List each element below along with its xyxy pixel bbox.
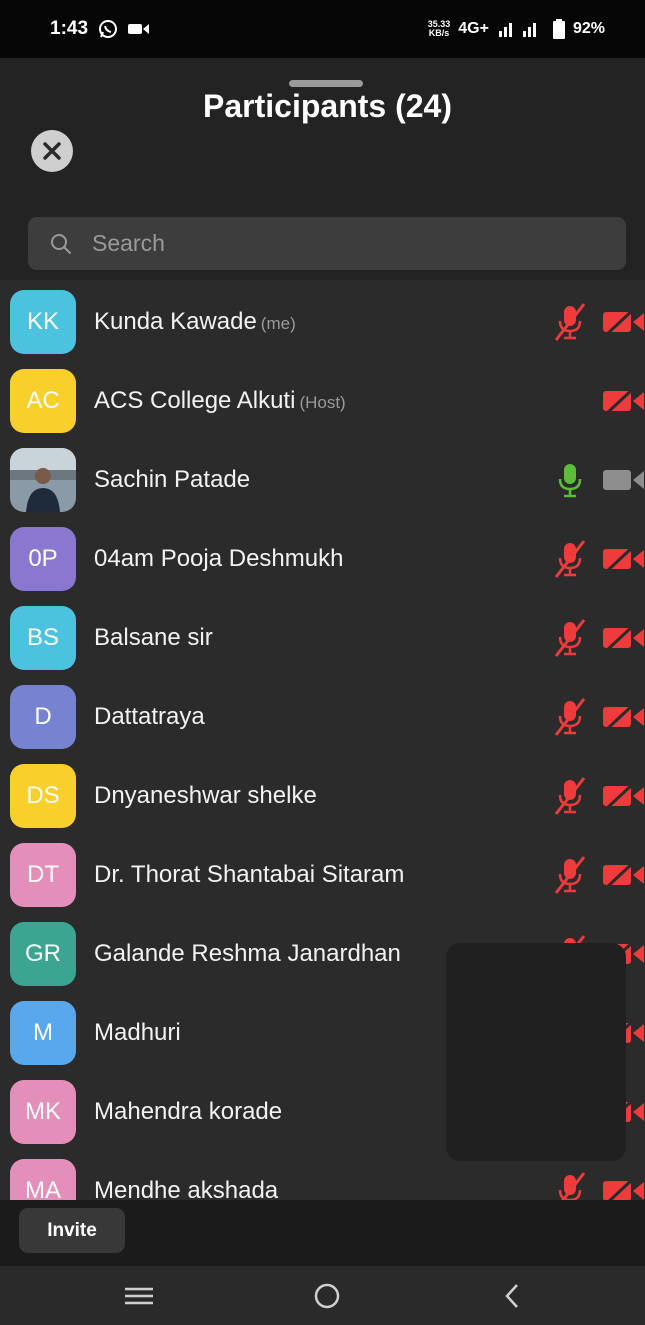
participant-name: ACS College Alkuti (Host): [94, 387, 346, 415]
participant-row[interactable]: Sachin Patade: [0, 440, 645, 519]
avatar: DS: [10, 764, 76, 828]
participant-name-text: Mendhe akshada: [94, 1177, 279, 1200]
avatar: [10, 448, 76, 512]
participant-name: Sachin Patade: [94, 466, 250, 494]
participant-role-tag: (me): [260, 314, 296, 333]
data-speed: 35.33 KB/s: [427, 19, 451, 38]
avatar: D: [10, 685, 76, 749]
drag-handle[interactable]: [289, 80, 363, 87]
participant-name-text: ACS College Alkuti: [94, 387, 296, 414]
participant-name-text: 04am Pooja Deshmukh: [94, 545, 344, 572]
battery-icon: [552, 19, 565, 39]
participant-name: Mahendra korade: [94, 1098, 282, 1126]
video-off-icon[interactable]: [602, 543, 645, 575]
participant-row[interactable]: DT Dr. Thorat Shantabai Sitaram: [0, 835, 645, 914]
participants-header: Participants (24): [0, 58, 645, 280]
profile-photo: [10, 448, 76, 512]
avatar: KK: [10, 290, 76, 354]
video-off-icon[interactable]: [602, 859, 645, 891]
avatar: M: [10, 1001, 76, 1065]
participant-name-text: Dr. Thorat Shantabai Sitaram: [94, 861, 405, 888]
mic-muted-icon[interactable]: [550, 697, 590, 737]
page-title: Participants (24): [203, 88, 452, 124]
whatsapp-icon: [99, 20, 118, 38]
mic-muted-icon[interactable]: [550, 302, 590, 342]
mic-muted-icon[interactable]: [550, 539, 590, 579]
mic-muted-icon[interactable]: [550, 855, 590, 895]
participant-name: Kunda Kawade (me): [94, 308, 296, 336]
search-bar[interactable]: [28, 217, 626, 270]
participant-name-text: Sachin Patade: [94, 466, 251, 493]
participant-name: Dr. Thorat Shantabai Sitaram: [94, 861, 404, 889]
home-icon[interactable]: [309, 1280, 345, 1312]
status-left: 1:43: [50, 18, 150, 40]
participant-name-text: Mahendra korade: [94, 1098, 283, 1125]
participant-name: 04am Pooja Deshmukh: [94, 545, 343, 573]
participant-row[interactable]: DS Dnyaneshwar shelke: [0, 756, 645, 835]
video-preview-overlay[interactable]: [446, 943, 626, 1161]
video-off-icon[interactable]: [602, 1175, 645, 1200]
participant-row[interactable]: KK Kunda Kawade (me): [0, 282, 645, 361]
status-time: 1:43: [50, 18, 89, 39]
recent-apps-icon[interactable]: [121, 1280, 157, 1312]
participant-name-text: Kunda Kawade: [94, 308, 257, 335]
participant-name: Madhuri: [94, 1019, 181, 1047]
avatar: DT: [10, 843, 76, 907]
participant-role-tag: (Host): [299, 393, 346, 412]
participant-name: Dnyaneshwar shelke: [94, 782, 317, 810]
avatar: MK: [10, 1080, 76, 1144]
bottom-bar: Invite: [0, 1200, 645, 1266]
close-icon: [43, 142, 61, 160]
avatar: GR: [10, 922, 76, 986]
video-off-icon[interactable]: [602, 306, 645, 338]
video-recorder-icon: [128, 24, 150, 34]
participant-row[interactable]: BS Balsane sir: [0, 598, 645, 677]
back-icon[interactable]: [495, 1280, 531, 1312]
participant-row[interactable]: D Dattatraya: [0, 677, 645, 756]
signal-icon: [498, 23, 536, 37]
close-button[interactable]: [31, 130, 73, 172]
avatar: 0P: [10, 527, 76, 591]
battery-percent: 92%: [572, 20, 605, 37]
participant-name-text: Galande Reshma Janardhan: [94, 940, 401, 967]
video-off-icon[interactable]: [602, 622, 645, 654]
search-input[interactable]: [90, 229, 574, 258]
participant-name-text: Madhuri: [94, 1019, 181, 1046]
participant-row[interactable]: AC ACS College Alkuti (Host): [0, 361, 645, 440]
participant-row[interactable]: 0P 04am Pooja Deshmukh: [0, 519, 645, 598]
participant-name-text: Dattatraya: [94, 703, 205, 730]
search-icon: [51, 233, 71, 254]
participant-name: Balsane sir: [94, 624, 213, 652]
network-type: 4G+: [458, 20, 489, 37]
video-on-icon[interactable]: [602, 464, 645, 496]
system-nav-bar: [0, 1266, 645, 1325]
participant-name: Galande Reshma Janardhan: [94, 940, 401, 968]
status-right: 35.33 KB/s 4G+ 92%: [428, 19, 605, 39]
participant-name: Mendhe akshada: [94, 1177, 278, 1200]
avatar: MA: [10, 1159, 76, 1200]
participant-name-text: Balsane sir: [94, 624, 213, 651]
avatar: BS: [10, 606, 76, 670]
video-off-icon[interactable]: [602, 385, 645, 417]
video-off-icon[interactable]: [602, 701, 645, 733]
mic-on-icon[interactable]: [550, 460, 590, 500]
video-off-icon[interactable]: [602, 780, 645, 812]
participant-name: Dattatraya: [94, 703, 205, 731]
status-bar: 1:43 35.33 KB/s 4G+ 92%: [0, 0, 645, 58]
mic-muted-icon[interactable]: [550, 1171, 590, 1200]
participant-name-text: Dnyaneshwar shelke: [94, 782, 317, 809]
avatar: AC: [10, 369, 76, 433]
mic-muted-icon[interactable]: [550, 776, 590, 816]
invite-button[interactable]: Invite: [19, 1208, 125, 1253]
mic-muted-icon[interactable]: [550, 618, 590, 658]
